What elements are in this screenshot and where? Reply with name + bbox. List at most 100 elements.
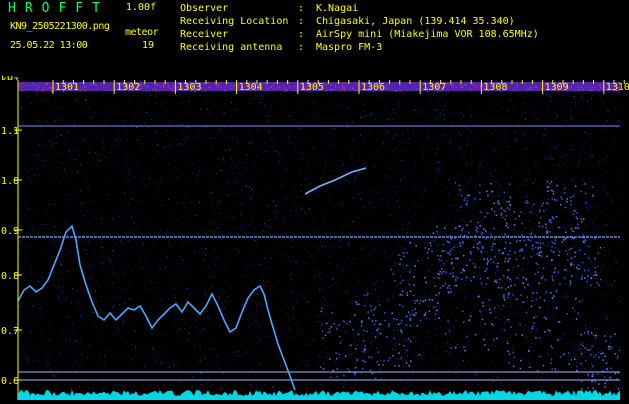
echo-speck xyxy=(358,303,360,305)
noise-speck xyxy=(550,124,552,126)
noise-speck xyxy=(288,132,290,134)
time-bar-speck xyxy=(47,83,49,85)
echo-speck xyxy=(522,301,525,303)
time-bar-speck xyxy=(269,82,271,84)
noise-speck xyxy=(74,159,76,161)
doppler-trace xyxy=(17,224,296,391)
noise-speck xyxy=(196,339,198,341)
echo-speck xyxy=(460,234,462,237)
noise-speck xyxy=(567,101,569,103)
noise-speck xyxy=(386,258,388,260)
echo-speck xyxy=(561,241,563,243)
noise-speck xyxy=(131,190,133,191)
noise-speck xyxy=(495,250,497,252)
noise-speck xyxy=(113,273,115,275)
noise-speck xyxy=(348,351,350,353)
noise-speck xyxy=(116,377,118,378)
noise-speck xyxy=(248,142,250,144)
noise-speck xyxy=(186,144,188,146)
noise-speck xyxy=(452,360,454,362)
time-bar-speck xyxy=(109,89,111,91)
noise-speck xyxy=(180,255,182,257)
noise-speck xyxy=(203,259,205,261)
noise-speck xyxy=(214,210,216,212)
noise-speck xyxy=(321,302,323,304)
noise-speck xyxy=(471,120,472,122)
noise-speck xyxy=(271,139,273,141)
time-bar-speck xyxy=(476,86,477,88)
echo-speck xyxy=(400,319,403,322)
echo-speck xyxy=(525,277,528,280)
time-bar-speck xyxy=(223,89,225,91)
y-tick-label: 0.9 xyxy=(1,226,19,237)
noise-speck xyxy=(535,165,537,167)
noise-speck xyxy=(26,357,28,359)
noise-speck xyxy=(26,247,28,249)
noise-speck xyxy=(146,319,147,321)
noise-speck xyxy=(593,323,595,325)
noise-speck xyxy=(569,355,570,356)
echo-speck xyxy=(477,296,480,298)
noise-speck xyxy=(269,108,271,110)
noise-speck xyxy=(89,165,91,167)
noise-speck xyxy=(574,341,576,343)
noise-speck xyxy=(226,296,228,298)
noise-speck xyxy=(513,169,515,171)
noise-speck xyxy=(355,185,357,187)
echo-speck xyxy=(374,336,377,338)
noise-speck xyxy=(310,383,312,385)
noise-speck xyxy=(587,208,589,210)
noise-speck xyxy=(54,162,56,163)
noise-speck xyxy=(164,316,166,318)
noise-speck xyxy=(236,228,238,229)
echo-speck xyxy=(545,318,547,320)
noise-speck xyxy=(567,155,569,157)
echo-speck xyxy=(546,255,548,258)
noise-speck xyxy=(394,330,396,332)
noise-speck xyxy=(388,191,390,193)
noise-speck xyxy=(368,201,370,203)
time-bar-speck xyxy=(571,85,573,87)
noise-speck xyxy=(414,111,416,113)
noise-speck xyxy=(344,349,346,351)
noise-speck xyxy=(353,96,355,98)
noise-speck xyxy=(607,192,609,194)
noise-speck xyxy=(157,357,159,359)
noise-speck xyxy=(186,339,188,341)
noise-speck xyxy=(267,205,269,207)
noise-speck xyxy=(304,121,306,123)
noise-speck xyxy=(382,143,384,145)
noise-speck xyxy=(221,234,223,236)
noise-speck xyxy=(455,264,457,266)
noise-speck xyxy=(304,382,306,384)
noise-speck xyxy=(35,154,37,156)
echo-speck xyxy=(470,315,472,317)
noise-speck xyxy=(467,238,469,239)
echo-speck xyxy=(568,363,571,365)
noise-speck xyxy=(447,328,449,330)
noise-speck xyxy=(428,132,430,134)
noise-speck xyxy=(405,200,407,202)
noise-speck xyxy=(353,335,355,337)
noise-speck xyxy=(525,227,527,229)
noise-speck xyxy=(587,99,589,101)
noise-speck xyxy=(539,310,541,312)
noise-speck xyxy=(274,150,276,152)
time-bar-speck xyxy=(453,87,455,89)
noise-speck xyxy=(401,134,403,136)
echo-speck xyxy=(405,324,407,326)
echo-speck xyxy=(542,364,545,367)
noise-speck xyxy=(307,360,309,362)
noise-speck xyxy=(578,202,580,204)
noise-speck xyxy=(437,148,439,150)
noise-speck xyxy=(90,343,92,345)
time-bar-speck xyxy=(462,90,464,92)
time-bar-speck xyxy=(266,88,268,89)
noise-speck xyxy=(87,240,89,242)
noise-speck xyxy=(280,187,282,189)
noise-speck xyxy=(108,258,109,260)
noise-speck xyxy=(511,198,513,200)
noise-speck xyxy=(269,336,270,338)
echo-speck xyxy=(418,302,421,305)
noise-speck xyxy=(494,213,496,215)
